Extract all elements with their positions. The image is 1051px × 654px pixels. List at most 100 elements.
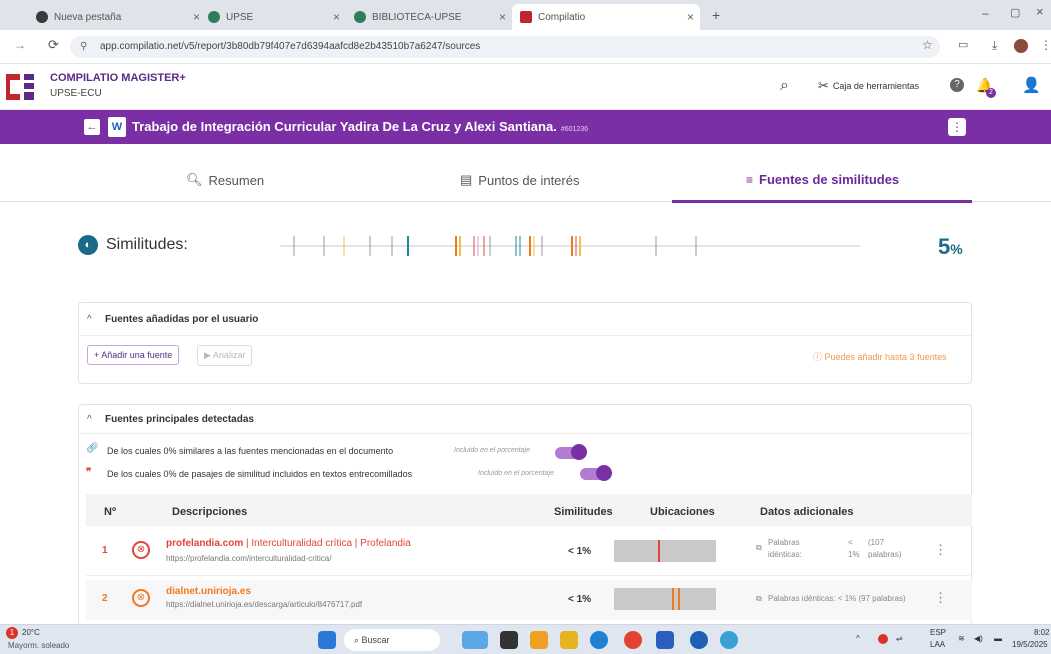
notification-badge: 2 (986, 88, 996, 98)
close-icon[interactable]: × (499, 10, 506, 24)
user-icon[interactable]: 👤 (1022, 76, 1041, 94)
edge-icon[interactable] (590, 631, 608, 649)
explorer-icon[interactable] (530, 631, 548, 649)
row-options-icon[interactable]: ⋮ (934, 590, 947, 606)
extensions-icon[interactable]: ▭ (958, 38, 968, 51)
web-source-icon: ⊗ (132, 589, 150, 607)
table-row[interactable]: 2 ⊗ dialnet.unirioja.es https://dialnet.… (86, 580, 972, 620)
profile-avatar[interactable] (1014, 39, 1028, 53)
locations-bar[interactable] (614, 588, 716, 610)
reload-icon[interactable]: ⟳ (48, 37, 59, 53)
new-tab-button[interactable]: + (712, 7, 720, 23)
widgets-icon[interactable] (462, 631, 488, 649)
weather-alert-icon: 1 (6, 627, 18, 639)
chrome-icon[interactable] (624, 631, 642, 649)
row-divider (86, 575, 972, 576)
collapse-icon[interactable]: ^ (87, 414, 92, 425)
tab-label: Compilatio (538, 11, 586, 23)
close-icon[interactable]: × (333, 10, 340, 24)
document-bar: ← W Trabajo de Integración Curricular Ya… (0, 110, 1051, 144)
word-file-icon: W (108, 117, 126, 137)
table-row[interactable]: 1 ⊗ profelandia.com | Interculturalidad … (86, 532, 972, 572)
source-name[interactable]: profelandia.com | Interculturalidad crít… (166, 538, 411, 549)
url-input[interactable]: ⚲ app.compilatio.net/v5/report/3b80db79f… (70, 36, 940, 58)
document-id: #601236 (560, 126, 589, 133)
windows-start-icon[interactable] (318, 631, 336, 649)
folder-icon[interactable] (560, 631, 578, 649)
browser-tab[interactable]: UPSE × (200, 4, 346, 30)
help-icon[interactable]: ? (950, 78, 964, 92)
include-references-toggle[interactable] (555, 444, 587, 460)
filter-quotes: De los cuales 0% de pasajes de similitud… (107, 469, 413, 479)
browser-tab-active[interactable]: Compilatio × (512, 4, 700, 30)
battery-icon[interactable]: ▬ (994, 634, 1002, 643)
minimize-icon[interactable]: – (982, 6, 989, 20)
tray-network-icon[interactable]: ⇌ (896, 634, 903, 643)
similarity-percent: 5% (938, 234, 963, 260)
language-layout[interactable]: LAA (930, 640, 945, 649)
divider (79, 433, 971, 434)
back-arrow-icon[interactable]: ← (84, 119, 100, 135)
compilatio-icon (520, 11, 532, 23)
similarity-value: < 1% (568, 594, 592, 605)
tools-icon: ✂ (818, 78, 829, 93)
close-icon[interactable]: × (193, 10, 200, 24)
windows-taskbar: 1 20°C Mayorm. soleado ⌕ Buscar ^ ⇌ ESP … (0, 624, 1051, 654)
search-icon[interactable]: ⌕ (780, 77, 789, 95)
maximize-icon[interactable]: ▢ (1010, 6, 1020, 19)
task-view-icon[interactable] (500, 631, 518, 649)
divider (79, 335, 971, 336)
browser-tab[interactable]: Nueva pestaña × (28, 4, 206, 30)
app-icon[interactable] (690, 631, 708, 649)
wifi-icon[interactable]: ≋ (958, 634, 965, 643)
include-quotes-toggle[interactable] (580, 465, 612, 481)
source-url[interactable]: https://dialnet.unirioja.es/descarga/art… (166, 600, 362, 609)
close-window-icon[interactable]: × (1036, 4, 1044, 19)
tray-app-icon[interactable] (878, 634, 888, 644)
more-options-icon[interactable]: ⋮ (948, 118, 966, 136)
row-options-icon[interactable]: ⋮ (934, 542, 947, 558)
tab-puntos-interes[interactable]: ▤ Puntos de interés (460, 172, 579, 188)
toolbox-button[interactable]: ✂ Caja de herramientas (818, 78, 919, 94)
analyze-button[interactable]: ▶ Analizar (197, 345, 253, 366)
app-header: COMPILATIO MAGISTER+ UPSE-ECU ⌕ ✂ Caja d… (0, 64, 1051, 110)
collapse-icon[interactable]: ^ (87, 314, 92, 325)
volume-icon[interactable]: ◀) (974, 634, 983, 643)
weather-temp[interactable]: 20°C (22, 628, 40, 637)
extra-words-label: Palabras (768, 538, 800, 547)
browser-tab[interactable]: BIBLIOTECA-UPSE × (346, 4, 512, 30)
source-limit-hint: ⓘ Puedes añadir hasta 3 fuentes (813, 352, 947, 362)
globe-icon (36, 11, 48, 23)
star-icon[interactable]: ☆ (922, 38, 933, 52)
similarity-value: 5 (938, 234, 951, 259)
extra-info: Palabras idénticas: < 1% (97 palabras) (768, 594, 906, 603)
download-icon[interactable]: ⤓ (992, 38, 997, 53)
close-icon[interactable]: × (687, 10, 694, 24)
filter-note: Incluido en el porcentaje (478, 470, 554, 477)
clock-date[interactable]: 19/5/2025 (1012, 640, 1048, 649)
clock-time[interactable]: 8:02 (1034, 628, 1050, 637)
settings-icon[interactable] (720, 631, 738, 649)
tray-chevron-icon[interactable]: ^ (856, 634, 860, 643)
menu-icon[interactable]: ⋮ (1040, 38, 1051, 52)
address-bar-row: → ⟳ ⚲ app.compilatio.net/v5/report/3b80d… (0, 30, 1051, 64)
magnifier-icon: 🔍︎ (186, 172, 203, 187)
tab-label: Nueva pestaña (54, 11, 122, 23)
location-marker (658, 540, 660, 562)
tab-resumen[interactable]: 🔍︎ Resumen (186, 172, 264, 188)
toggle-knob (596, 465, 612, 481)
language-code[interactable]: ESP (930, 628, 946, 637)
source-url[interactable]: https://profelandia.com/interculturalida… (166, 554, 331, 563)
source-name[interactable]: dialnet.unirioja.es (166, 586, 251, 597)
add-source-button[interactable]: + Añadir una fuente (87, 345, 180, 365)
locations-bar[interactable] (614, 540, 716, 562)
similarity-value: < 1% (568, 546, 592, 557)
site-info-icon[interactable]: ⚲ (80, 36, 87, 58)
tab-fuentes-similitudes[interactable]: ≡ Fuentes de similitudes (746, 172, 899, 187)
weather-desc[interactable]: Mayorm. soleado (8, 641, 69, 650)
row-number: 1 (102, 545, 108, 556)
taskbar-search[interactable]: ⌕ Buscar (344, 629, 440, 651)
quote-icon: ❞ (86, 467, 92, 478)
word-icon[interactable] (656, 631, 674, 649)
back-icon[interactable]: → (14, 38, 26, 52)
